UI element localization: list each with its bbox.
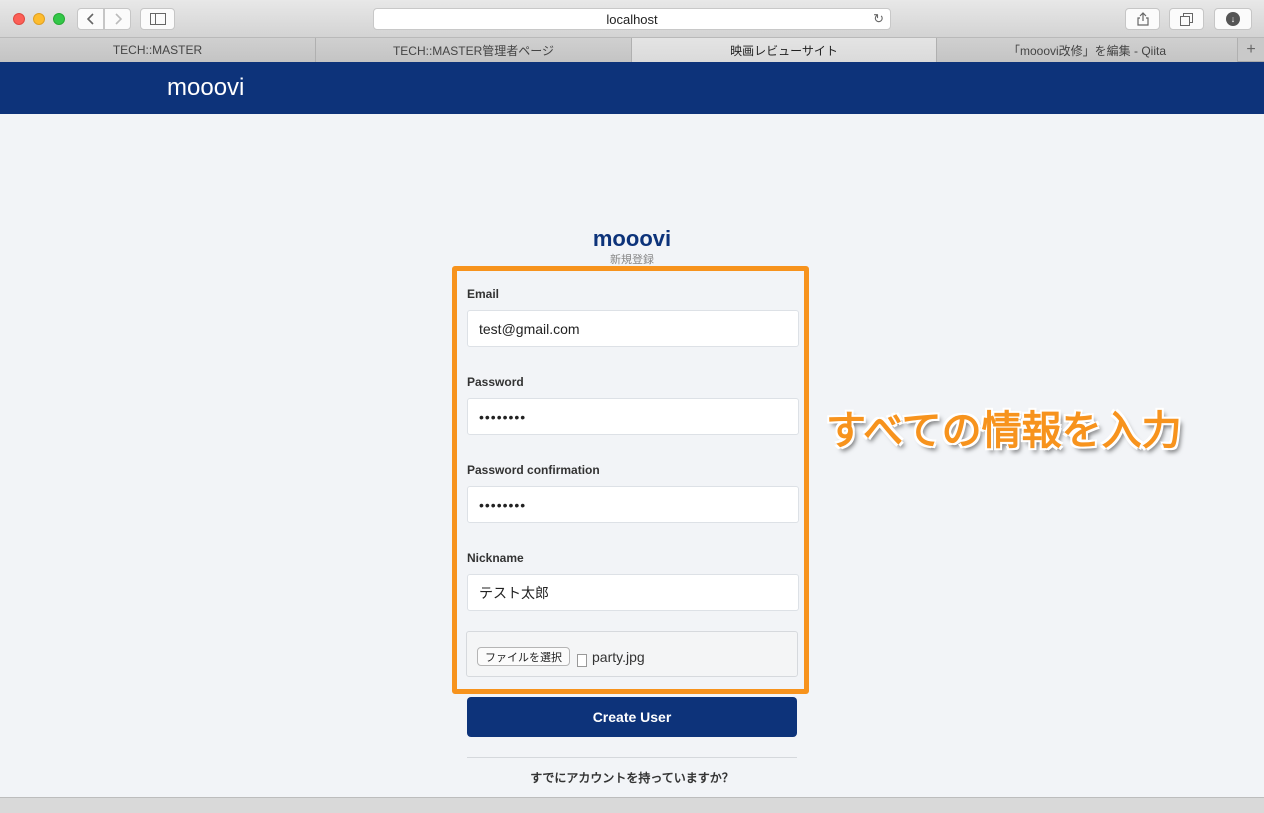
tab-label: 映画レビューサイト	[730, 43, 838, 58]
password-confirmation-label: Password confirmation	[467, 463, 600, 477]
close-window-button[interactable]	[13, 13, 25, 25]
password-label: Password	[467, 375, 524, 389]
url-text: localhost	[606, 11, 658, 27]
form-divider	[467, 757, 797, 758]
file-icon	[577, 654, 587, 667]
share-button[interactable]	[1125, 8, 1160, 30]
tab-techmaster-admin[interactable]: TECH::MASTER管理者ページ	[316, 38, 632, 62]
share-icon	[1136, 12, 1149, 26]
tabs-overview-icon	[1180, 12, 1193, 26]
create-user-button[interactable]: Create User	[467, 697, 797, 737]
tab-label: TECH::MASTER	[112, 43, 203, 57]
tab-movie-review-site[interactable]: 映画レビューサイト	[632, 38, 937, 62]
address-bar[interactable]: localhost ↻	[373, 8, 891, 30]
form-logo: mooovi	[592, 226, 672, 251]
brand-logo-link[interactable]: mooovi	[167, 74, 244, 102]
avatar-file-input: ファイルを選択 party.jpg	[466, 631, 798, 677]
tab-qiita-edit[interactable]: 「mooovi改修」を編集 - Qiita	[937, 38, 1238, 62]
tab-techmaster[interactable]: TECH::MASTER	[0, 38, 316, 62]
nickname-label: Nickname	[467, 551, 524, 565]
annotation-text: すべての情報を入力	[826, 409, 1182, 453]
login-link[interactable]: すでにアカウントを持っていますか？	[0, 769, 1264, 786]
site-header: mooovi	[0, 62, 1264, 114]
plus-icon: +	[1246, 40, 1256, 58]
new-tab-button[interactable]: +	[1238, 38, 1264, 61]
sidebar-icon	[149, 13, 166, 25]
chevron-right-icon	[114, 13, 122, 25]
tab-bar: TECH::MASTER TECH::MASTER管理者ページ 映画レビューサイ…	[0, 38, 1264, 62]
download-icon: ↓	[1226, 12, 1240, 26]
zoom-window-button[interactable]	[53, 13, 65, 25]
password-field[interactable]: ••••••••	[467, 398, 799, 435]
form-subtitle: 新規登録	[610, 254, 654, 266]
minimize-window-button[interactable]	[33, 13, 45, 25]
tabs-overview-button[interactable]	[1169, 8, 1204, 30]
reload-icon[interactable]: ↻	[873, 11, 884, 27]
choose-file-button[interactable]: ファイルを選択	[477, 647, 570, 666]
tab-label: TECH::MASTER管理者ページ	[392, 43, 555, 58]
sidebar-toggle-button[interactable]	[140, 8, 175, 30]
selected-file-name: party.jpg	[592, 649, 645, 665]
email-label: Email	[467, 287, 500, 301]
chevron-left-icon	[86, 13, 94, 25]
email-field[interactable]: test@gmail.com	[467, 310, 799, 347]
forward-button[interactable]	[104, 8, 131, 30]
password-confirmation-field[interactable]: ••••••••	[467, 486, 799, 523]
tab-label: 「mooovi改修」を編集 - Qiita	[1007, 43, 1167, 58]
downloads-button[interactable]: ↓	[1214, 8, 1252, 30]
browser-status-bar	[0, 797, 1264, 813]
nickname-field[interactable]: テスト太郎	[467, 574, 799, 611]
browser-titlebar: localhost ↻ ↓	[0, 0, 1264, 38]
back-button[interactable]	[77, 8, 104, 30]
